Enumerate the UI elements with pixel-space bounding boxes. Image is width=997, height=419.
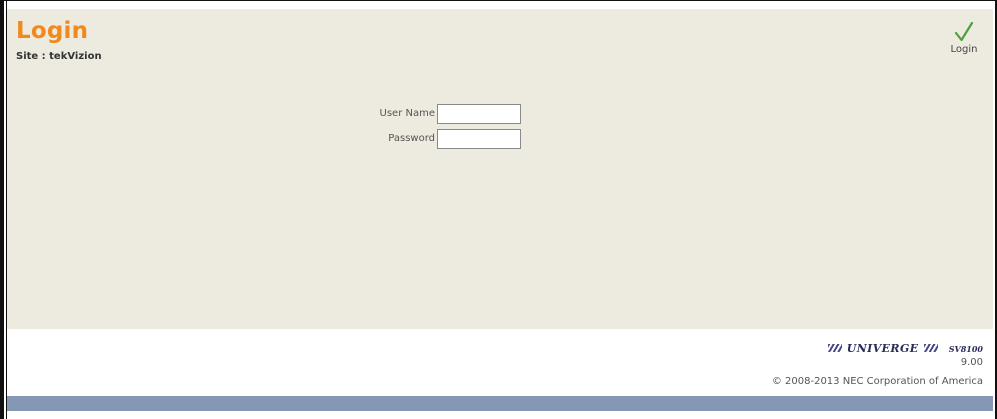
logo-stripes-right <box>923 343 938 352</box>
username-label: User Name <box>379 108 435 119</box>
page-title: Login <box>16 18 89 44</box>
footer: UNIVERGE SV8100 9.00 © 2008-2013 NEC Cor… <box>7 329 993 396</box>
univerge-logo: UNIVERGE SV8100 <box>827 337 983 355</box>
site-label: Site : tekVizion <box>16 51 102 62</box>
brand-name: UNIVERGE <box>846 342 919 355</box>
bottom-bar <box>7 396 993 411</box>
version-label: 9.00 <box>960 357 983 368</box>
checkmark-icon <box>954 21 974 42</box>
password-row: Password <box>7 129 435 149</box>
username-row: User Name <box>7 104 435 124</box>
copyright-text: © 2008-2013 NEC Corporation of America <box>771 376 983 387</box>
login-panel: Login Site : tekVizion Login User Name P… <box>7 9 993 329</box>
username-input[interactable] <box>437 104 521 124</box>
login-button[interactable]: Login <box>944 21 984 55</box>
model-name: SV8100 <box>948 344 983 354</box>
logo-stripes-left <box>827 343 842 352</box>
login-button-label: Login <box>950 44 978 55</box>
password-label: Password <box>388 133 435 144</box>
password-input[interactable] <box>437 129 521 149</box>
